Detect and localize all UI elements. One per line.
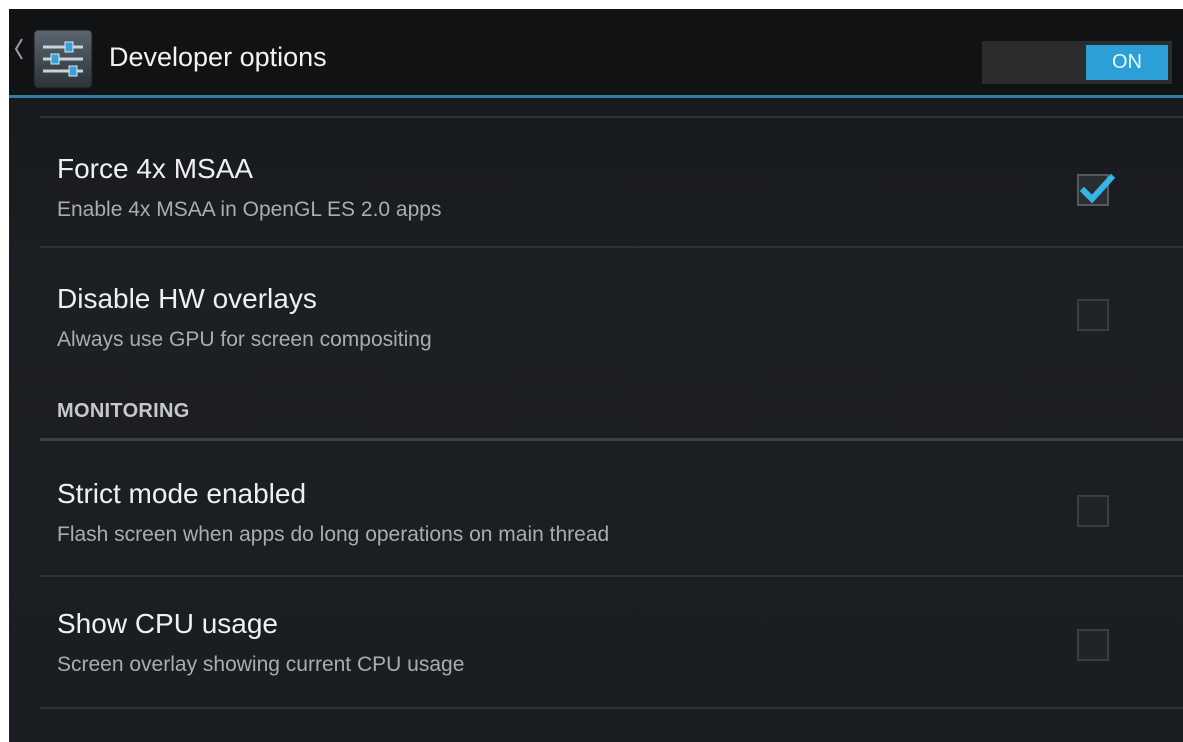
- pref-summary: Enable 4x MSAA in OpenGL ES 2.0 apps: [57, 198, 442, 221]
- list-divider: [40, 707, 1183, 709]
- developer-settings-icon[interactable]: [31, 27, 95, 91]
- pref-title: Show CPU usage: [57, 608, 279, 639]
- pref-disable-hw-overlays[interactable]: Disable HW overlays Always use GPU for s…: [40, 248, 1183, 376]
- force-msaa-checkbox[interactable]: [1077, 173, 1116, 206]
- action-bar: Developer options ON: [9, 9, 1183, 95]
- chevron-left-icon[interactable]: [13, 37, 25, 61]
- pref-title: Disable HW overlays: [57, 283, 317, 314]
- pref-summary: Always use GPU for screen compositing: [57, 328, 432, 351]
- settings-screen: Developer options ON Force 4x MSAA Enabl…: [9, 9, 1183, 742]
- pref-strict-mode[interactable]: Strict mode enabled Flash screen when ap…: [40, 443, 1183, 571]
- page-title: Developer options: [109, 42, 327, 72]
- pref-summary: Flash screen when apps do long operation…: [57, 523, 610, 546]
- action-bar-divider: [9, 95, 1183, 98]
- show-cpu-usage-checkbox[interactable]: [1077, 629, 1109, 661]
- category-divider: [40, 438, 1183, 441]
- pref-show-cpu-usage[interactable]: Show CPU usage Screen overlay showing cu…: [40, 577, 1183, 705]
- disable-hw-overlays-checkbox[interactable]: [1077, 299, 1109, 331]
- master-toggle-switch[interactable]: ON: [982, 41, 1172, 84]
- category-header-monitoring: MONITORING: [57, 400, 190, 422]
- pref-title: Force 4x MSAA: [57, 153, 254, 184]
- switch-on-label: ON: [1086, 45, 1168, 80]
- pref-force-4x-msaa[interactable]: Force 4x MSAA Enable 4x MSAA in OpenGL E…: [40, 118, 1183, 246]
- pref-summary: Screen overlay showing current CPU usage: [57, 653, 465, 676]
- strict-mode-checkbox[interactable]: [1077, 495, 1109, 527]
- checkmark-icon: [1079, 173, 1116, 204]
- pref-title: Strict mode enabled: [57, 478, 307, 509]
